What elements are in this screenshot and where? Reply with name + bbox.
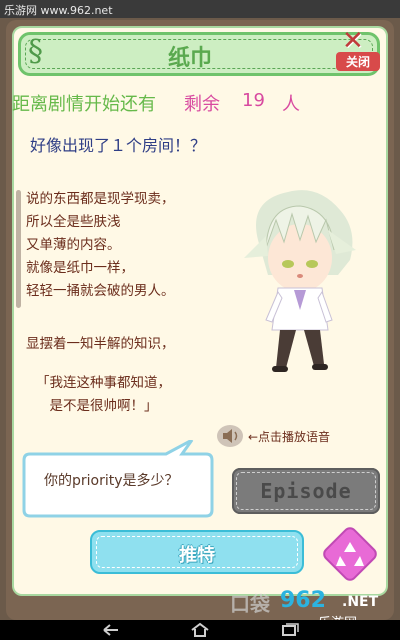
recommend-label: 推特 [179, 545, 215, 566]
countdown-unit: 人 [282, 94, 300, 115]
description-line: 所以全是些肤浅 [26, 214, 121, 230]
description-line: 说的东西都是现学现卖， [26, 191, 175, 207]
page-title: 纸巾 [167, 46, 212, 71]
description-line: 又单薄的内容。 [26, 237, 121, 253]
watermark-brand-num: 962 [280, 588, 326, 613]
quote-line: 「我连这种事都知道， [36, 375, 171, 391]
countdown-label: 距离剧情开始还有 [12, 94, 156, 115]
sound-hint: ←点击播放语音 [248, 430, 331, 444]
back-icon[interactable] [100, 623, 120, 637]
headline: 好像出现了１个房间！？ [30, 136, 207, 155]
episode-button[interactable]: Episode [232, 468, 380, 514]
character-quote: 「我连这种事都知道， 是不是很帅啊！」 [36, 372, 171, 418]
question-text: 你的priority是多少？ [44, 473, 179, 489]
watermark-top-text: 乐游网 www.962.net [4, 4, 113, 17]
description-line: 轻轻一捅就会破的男人。 [26, 283, 175, 299]
description-line-2: 显摆着一知半解的知识， [26, 336, 175, 352]
close-button[interactable]: ✕ 关闭 [336, 26, 382, 72]
character-illustration [244, 190, 356, 372]
recommend-button[interactable]: 推特 [90, 530, 304, 574]
section-mark: § [28, 34, 43, 69]
scroll-indicator [16, 190, 21, 308]
system-nav-bar [0, 620, 400, 640]
speaker-icon[interactable] [216, 424, 244, 448]
countdown-remaining-label: 剩余 [184, 94, 220, 115]
countdown-count: 19 [242, 90, 265, 111]
watermark-brand-net: .NET [342, 594, 379, 610]
watermark-strip: 乐游网 www.962.net [0, 0, 400, 18]
recent-apps-icon[interactable] [280, 623, 300, 637]
episode-label: Episode [260, 479, 352, 503]
description-line: 就像是纸巾一样， [26, 260, 134, 276]
quote-line: 是不是很帅啊！」 [36, 398, 158, 414]
recycle-icon[interactable] [320, 524, 380, 584]
close-label: 关闭 [336, 52, 380, 71]
description-paragraph: 说的东西都是现学现卖， 所以全是些肤浅 又单薄的内容。 就像是纸巾一样， 轻轻一… [26, 188, 175, 303]
home-icon[interactable] [190, 622, 210, 638]
watermark-brand-zh: 口袋 [230, 592, 270, 616]
